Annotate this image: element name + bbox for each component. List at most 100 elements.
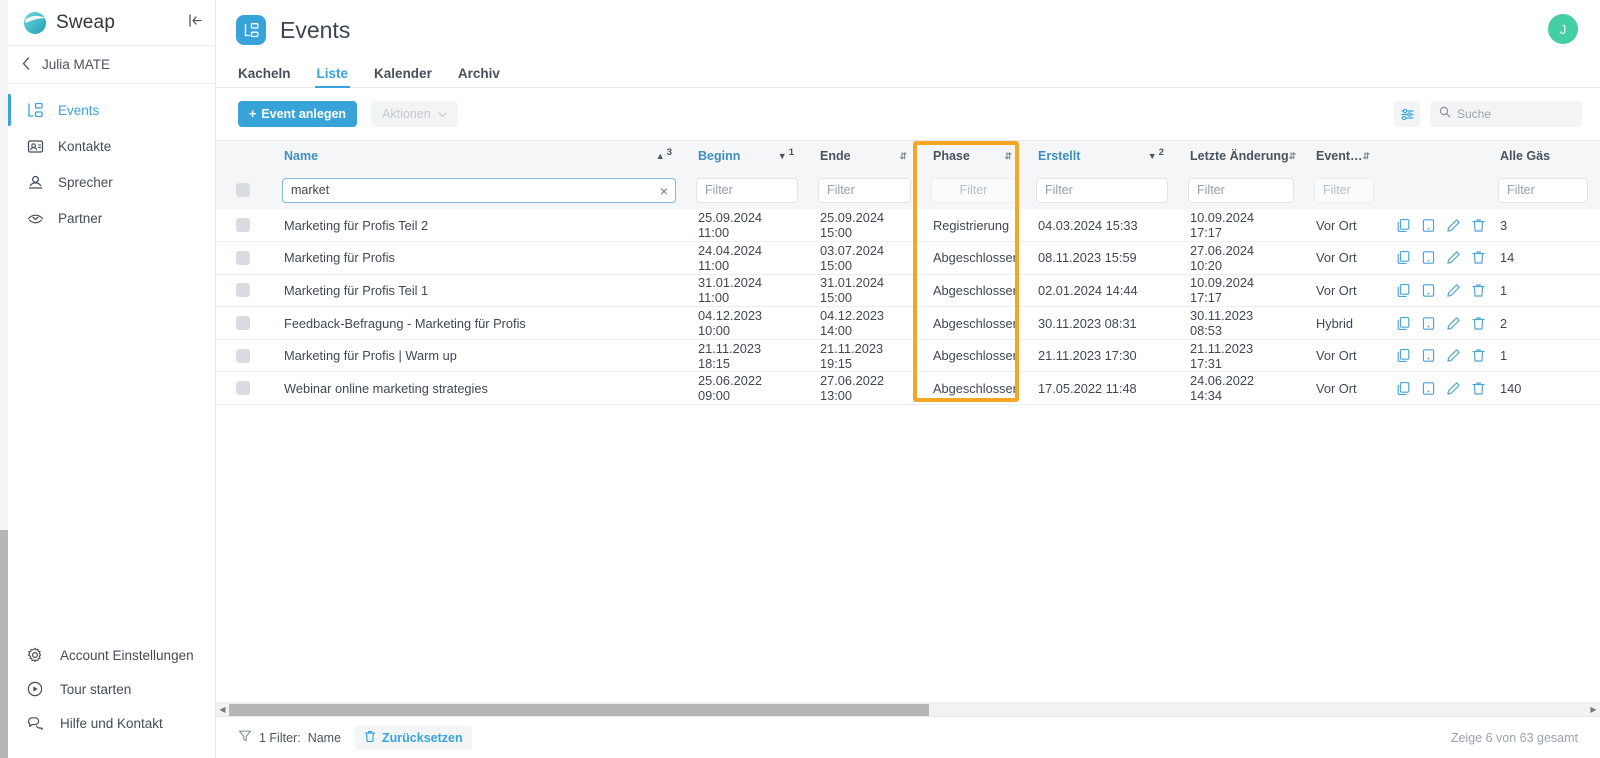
table-row[interactable]: Marketing für Profis | Warm up 21.11.2023…	[216, 339, 1600, 373]
column-header-letzte-aenderung[interactable]: Letzte Änderung ⇵	[1176, 141, 1302, 171]
avatar[interactable]: J	[1548, 14, 1578, 44]
sort-control[interactable]: ▲ 3	[656, 147, 672, 162]
column-header-phase[interactable]: Phase ⇵	[919, 141, 1024, 171]
table-row[interactable]: Marketing für Profis Teil 1 31.01.2024 11…	[216, 274, 1600, 308]
sliders-icon[interactable]	[1394, 101, 1420, 127]
delete-trash-icon[interactable]	[1471, 283, 1486, 298]
table-footer: 1 Filter: Name Zurücksetzen Zeige 6 von …	[216, 716, 1600, 758]
table-row[interactable]: Webinar online marketing strategies 25.06…	[216, 371, 1600, 406]
scroll-right-arrow-icon[interactable]: ▶	[1587, 705, 1600, 714]
sidebar-item-hilfe-und-kontakt[interactable]: Hilfe und Kontakt	[8, 706, 215, 740]
tab-archiv[interactable]: Archiv	[458, 66, 500, 87]
sidebar-item-events[interactable]: Events	[8, 92, 215, 128]
edit-pencil-icon[interactable]	[1446, 250, 1461, 265]
column-header-name[interactable]: Name ▲ 3	[270, 141, 684, 171]
tablet-checkin-icon[interactable]	[1421, 348, 1436, 363]
name-filter-input[interactable]	[282, 177, 676, 203]
alle-gaeste-filter-input[interactable]: Filter	[1498, 177, 1588, 203]
duplicate-icon[interactable]	[1396, 250, 1411, 265]
delete-trash-icon[interactable]	[1471, 381, 1486, 396]
column-header-eventtyp[interactable]: Event… ⇵	[1302, 141, 1382, 171]
sidebar-item-label: Events	[58, 102, 100, 118]
hscroll-track[interactable]	[229, 703, 1587, 716]
tab-kalender[interactable]: Kalender	[374, 66, 432, 87]
search-input[interactable]: Suche	[1430, 101, 1582, 127]
row-checkbox[interactable]	[236, 348, 250, 363]
column-label: Beginn	[698, 149, 741, 163]
edit-pencil-icon[interactable]	[1446, 316, 1461, 331]
edit-pencil-icon[interactable]	[1446, 348, 1461, 363]
column-header-beginn[interactable]: Beginn ▼ 1	[684, 141, 806, 171]
column-header-erstellt[interactable]: Erstellt ▼ 2	[1024, 141, 1176, 171]
delete-trash-icon[interactable]	[1471, 348, 1486, 363]
sort-control[interactable]: ⇵	[1289, 151, 1297, 161]
clear-x-icon[interactable]: ×	[660, 182, 668, 200]
duplicate-icon[interactable]	[1396, 316, 1411, 331]
edit-pencil-icon[interactable]	[1446, 381, 1461, 396]
row-checkbox[interactable]	[236, 381, 250, 396]
tablet-checkin-icon[interactable]	[1421, 283, 1436, 298]
ende-filter-input[interactable]: Filter	[818, 177, 911, 203]
tab-liste[interactable]: Liste	[314, 66, 350, 88]
phase-filter-input[interactable]: Filter	[931, 177, 1016, 203]
eventtyp-filter-input[interactable]: Filter	[1314, 177, 1374, 203]
reset-filters-button[interactable]: Zurücksetzen	[355, 725, 472, 750]
sidebar-item-kontakte[interactable]: Kontakte	[8, 128, 215, 164]
page-scrollbar-thumb[interactable]	[0, 530, 8, 758]
duplicate-icon[interactable]	[1396, 283, 1411, 298]
sidebar-item-partner[interactable]: Partner	[8, 200, 215, 236]
search-icon	[1439, 105, 1451, 123]
tablet-checkin-icon[interactable]	[1421, 316, 1436, 331]
sort-control[interactable]: ⇵	[1363, 151, 1371, 161]
sidebar-item-account-einstellungen[interactable]: Account Einstellungen	[8, 638, 215, 672]
beginn-filter-input[interactable]: Filter	[696, 177, 798, 203]
sort-control[interactable]: ▼ 1	[778, 147, 794, 162]
sort-both-icon: ⇵	[1004, 150, 1012, 161]
edit-pencil-icon[interactable]	[1446, 218, 1461, 233]
cell-beginn: 25.09.2024 11:00	[684, 209, 806, 243]
table-horizontal-scrollbar[interactable]: ◀ ▶	[216, 702, 1600, 716]
table-row[interactable]: Feedback-Befragung - Marketing für Profi…	[216, 306, 1600, 340]
tab-label: Kalender	[374, 66, 432, 81]
column-header-alle-gaeste[interactable]: Alle Gäs	[1486, 141, 1600, 171]
select-all-checkbox[interactable]	[236, 183, 250, 197]
create-event-button[interactable]: + Event anlegen	[238, 101, 358, 127]
cell-phase: Abgeschlossen	[919, 371, 1024, 406]
scroll-left-arrow-icon[interactable]: ◀	[216, 705, 229, 714]
row-checkbox[interactable]	[236, 250, 250, 265]
duplicate-icon[interactable]	[1396, 348, 1411, 363]
table-row[interactable]: Marketing für Profis 24.04.2024 11:00 03.0…	[216, 241, 1600, 275]
sidebar-item-sprecher[interactable]: Sprecher	[8, 164, 215, 200]
column-label: Alle Gäs	[1500, 149, 1551, 163]
delete-trash-icon[interactable]	[1471, 218, 1486, 233]
tablet-checkin-icon[interactable]	[1421, 250, 1436, 265]
sort-control[interactable]: ⇵	[1004, 150, 1012, 161]
collapse-left-icon[interactable]	[188, 14, 203, 29]
row-checkbox[interactable]	[236, 316, 250, 331]
tablet-checkin-icon[interactable]	[1421, 218, 1436, 233]
duplicate-icon[interactable]	[1396, 218, 1411, 233]
delete-trash-icon[interactable]	[1471, 250, 1486, 265]
sort-control[interactable]: ▼ 2	[1148, 147, 1164, 162]
sort-control[interactable]: ⇵	[899, 151, 907, 161]
page-scrollbar[interactable]	[0, 0, 8, 758]
hscroll-thumb[interactable]	[229, 703, 929, 716]
actions-dropdown-button[interactable]: Aktionen	[371, 101, 458, 127]
row-checkbox[interactable]	[236, 283, 250, 298]
row-checkbox[interactable]	[236, 218, 250, 233]
column-header-ende[interactable]: Ende ⇵	[806, 141, 919, 171]
account-switcher[interactable]: Julia MATE	[8, 46, 215, 84]
erstellt-filter-input[interactable]: Filter	[1036, 177, 1168, 203]
edit-pencil-icon[interactable]	[1446, 283, 1461, 298]
sidebar-item-tour-starten[interactable]: Tour starten	[8, 672, 215, 706]
tab-kacheln[interactable]: Kacheln	[238, 66, 291, 87]
sidebar-item-label: Tour starten	[60, 681, 132, 697]
cell-alle-gaeste: 1	[1486, 274, 1600, 308]
column-label: Erstellt	[1038, 149, 1081, 163]
table-row[interactable]: Marketing für Profis Teil 2 25.09.2024 11…	[216, 209, 1600, 243]
delete-trash-icon[interactable]	[1471, 316, 1486, 331]
events-hierarchy-icon	[236, 15, 266, 45]
duplicate-icon[interactable]	[1396, 381, 1411, 396]
tablet-checkin-icon[interactable]	[1421, 381, 1436, 396]
letzte-aenderung-filter-input[interactable]: Filter	[1188, 177, 1294, 203]
